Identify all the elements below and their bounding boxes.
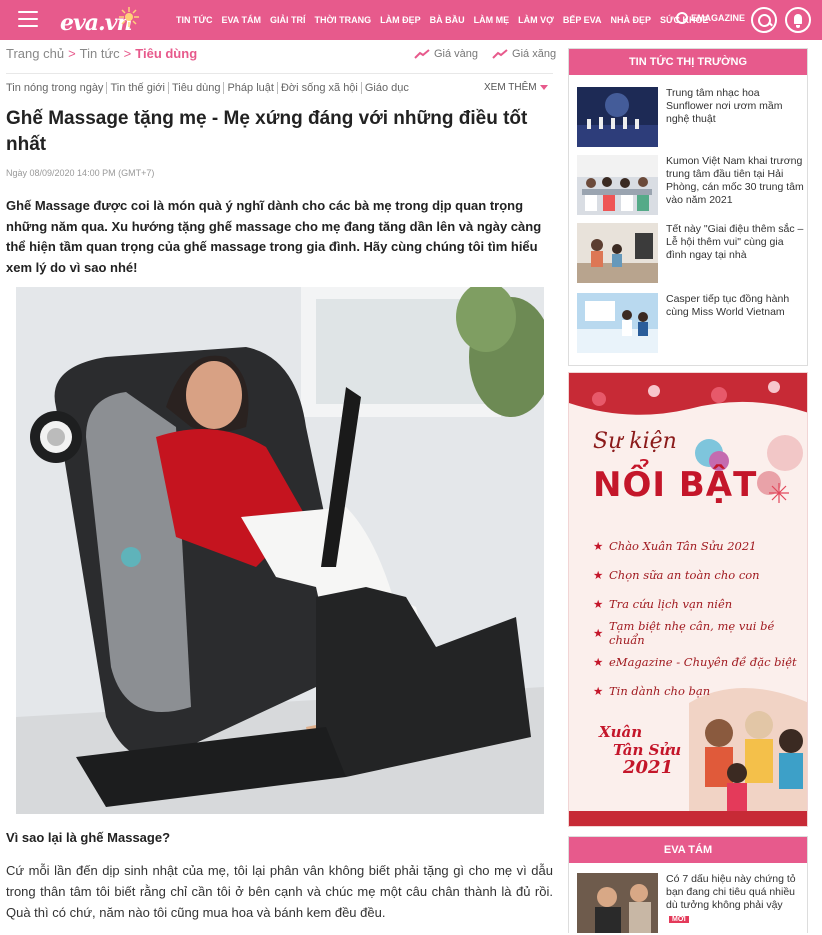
- breadcrumb-current[interactable]: Tiêu dùng: [135, 46, 197, 61]
- subnav-tin-nong[interactable]: Tin nóng trong ngày: [6, 82, 108, 94]
- market-news-title[interactable]: Kumon Việt Nam khai trương trung tâm đầu…: [666, 155, 804, 207]
- see-more-button[interactable]: XEM THÊM: [484, 82, 548, 93]
- eva-tam-box: EVA TÁM Có 7 dấu hiệu này chứng tỏ bạn đ…: [568, 836, 808, 933]
- star-icon: ★: [593, 596, 604, 611]
- nav-giai-tri[interactable]: GIẢI TRÍ: [270, 15, 306, 25]
- article-date: Ngày 08/09/2020 14:00 PM (GMT+7): [6, 168, 155, 178]
- breadcrumb-home[interactable]: Trang chủ: [6, 46, 64, 61]
- family-living-room-thumb: [577, 223, 658, 283]
- star-icon: ★: [593, 538, 604, 553]
- article-photo: [16, 287, 544, 814]
- nav-lam-me[interactable]: LÀM MẸ: [474, 15, 510, 25]
- market-news-title[interactable]: Tết này "Giai điệu thêm sắc – Lễ hội thê…: [666, 223, 804, 262]
- news-thumbnail[interactable]: [577, 293, 658, 353]
- gas-price-link[interactable]: Giá xăng: [492, 48, 556, 60]
- banner-event-item[interactable]: ★ Chọn sữa an toàn cho con: [593, 560, 807, 589]
- banner-xuan-tan-suu: Xuân Tân Sửu 2021: [599, 723, 682, 778]
- market-news-title[interactable]: Casper tiếp tục đồng hành cùng Miss Worl…: [666, 293, 804, 319]
- bell-icon[interactable]: [785, 7, 811, 33]
- menu-icon[interactable]: [18, 11, 38, 27]
- classroom-thumb: [577, 155, 658, 215]
- banner-su-kien: Sự kiện: [593, 429, 677, 454]
- subnav-giao-duc[interactable]: Giáo dục: [365, 82, 412, 94]
- breadcrumb-news[interactable]: Tin tức: [80, 46, 120, 61]
- logo-sun-icon: [119, 7, 139, 27]
- market-news-item[interactable]: Kumon Việt Nam khai trương trung tâm đầu…: [577, 155, 804, 217]
- main-nav: TIN TỨC EVA TÁM GIẢI TRÍ THỜI TRANG LÀM …: [176, 0, 718, 40]
- star-icon: ★: [593, 567, 604, 582]
- search-icon[interactable]: [751, 7, 777, 33]
- nav-lam-vo[interactable]: LÀM VỢ: [518, 15, 554, 25]
- banner-event-list: ★ Chào Xuân Tân Sửu 2021 ★ Chọn sữa an toà…: [593, 531, 807, 705]
- banner-event-item[interactable]: ★ Tạm biệt nhẹ cân, mẹ vui bé chuẩn: [593, 618, 807, 647]
- nav-thoi-trang[interactable]: THỜI TRANG: [314, 15, 371, 25]
- news-thumbnail[interactable]: [577, 155, 658, 215]
- news-thumbnail[interactable]: [577, 223, 658, 283]
- nav-nha-dep[interactable]: NHÀ ĐẸP: [611, 15, 652, 25]
- sub-navigation: Tin nóng trong ngày Tin thế giới Tiêu dù…: [6, 82, 415, 94]
- article-body-paragraph: Cứ mỗi lần đến dịp sinh nhật của mẹ, tôi…: [6, 863, 553, 920]
- nav-bep-eva[interactable]: BẾP EVA: [563, 15, 602, 25]
- eva-tam-title[interactable]: Có 7 dấu hiệu này chứng tỏ bạn đang chi …: [666, 873, 804, 926]
- market-news-item[interactable]: Trung tâm nhạc hoa Sunflower nơi ươm mầm…: [577, 87, 803, 149]
- news-thumbnail[interactable]: [577, 87, 658, 147]
- nav-emagazine[interactable]: EMAGAZINE: [676, 12, 745, 24]
- market-news-title[interactable]: Trung tâm nhạc hoa Sunflower nơi ươm mầm…: [666, 87, 804, 126]
- massage-chair-illustration: [16, 287, 544, 814]
- trend-up-icon: [414, 49, 430, 59]
- subnav-tin-the-gioi[interactable]: Tin thế giới: [110, 82, 169, 94]
- banner-event-item[interactable]: ★ Tra cứu lịch vạn niên: [593, 589, 807, 618]
- banner-event-item[interactable]: ★ Chào Xuân Tân Sửu 2021: [593, 531, 807, 560]
- new-badge: MỚI: [669, 916, 689, 923]
- market-news-item[interactable]: Casper tiếp tục đồng hành cùng Miss Worl…: [577, 293, 803, 355]
- market-news-heading: TIN TỨC THỊ TRƯỜNG: [569, 49, 807, 75]
- subnav-phap-luat[interactable]: Pháp luật: [227, 82, 278, 94]
- nav-tin-tuc[interactable]: TIN TỨC: [176, 15, 212, 25]
- article-title: Ghế Massage tặng mẹ - Mẹ xứng đáng với n…: [6, 108, 528, 155]
- trend-up-icon: [492, 49, 508, 59]
- star-icon: ★: [593, 654, 604, 669]
- banner-noi-bat: NỔI BẬT: [593, 465, 758, 505]
- eva-tam-item[interactable]: Có 7 dấu hiệu này chứng tỏ bạn đang chi …: [577, 873, 803, 935]
- gold-price-link[interactable]: Giá vàng: [414, 48, 478, 60]
- subnav-tieu-dung[interactable]: Tiêu dùng: [172, 82, 225, 94]
- nav-eva-tam[interactable]: EVA TÁM: [221, 15, 261, 25]
- star-icon: ★: [593, 625, 604, 640]
- featured-events-banner[interactable]: Sự kiện NỔI BẬT ★ Chào Xuân Tân Sửu 2021 …: [568, 372, 808, 827]
- site-logo[interactable]: eva.vn: [60, 4, 139, 36]
- breadcrumb: Trang chủ > Tin tức > Tiêu dùng: [6, 46, 198, 61]
- price-links: Giá vàng Giá xăng: [414, 48, 570, 60]
- banner-event-item[interactable]: ★ eMagazine - Chuyên đề đặc biệt: [593, 647, 807, 676]
- concert-stage-thumb: [577, 87, 658, 147]
- banner-event-item[interactable]: ★ Tin dành cho bạn: [593, 676, 807, 705]
- eva-tam-heading: EVA TÁM: [569, 837, 807, 863]
- article-lead: Ghế Massage được coi là món quà ý nghĩ d…: [6, 198, 542, 275]
- star-icon: ★: [593, 683, 604, 698]
- section-subheading: Vì sao lại là ghế Massage?: [6, 830, 171, 845]
- divider: [6, 73, 553, 74]
- nav-ba-bau[interactable]: BÀ BẦU: [430, 15, 465, 25]
- market-news-item[interactable]: Tết này "Giai điệu thêm sắc – Lễ hội thê…: [577, 223, 803, 285]
- casper-event-thumb: [577, 293, 658, 353]
- shopping-thumb: [577, 873, 658, 933]
- top-navigation-bar: eva.vn TIN TỨC EVA TÁM GIẢI TRÍ THỜI TRA…: [0, 0, 822, 40]
- market-news-box: TIN TỨC THỊ TRƯỜNG Trung tâm nhạc hoa Su…: [568, 48, 808, 366]
- news-thumbnail[interactable]: [577, 873, 658, 933]
- nav-lam-dep[interactable]: LÀM ĐẸP: [380, 15, 421, 25]
- subnav-doi-song[interactable]: Đời sống xã hội: [281, 82, 362, 94]
- emagazine-icon: [676, 12, 688, 24]
